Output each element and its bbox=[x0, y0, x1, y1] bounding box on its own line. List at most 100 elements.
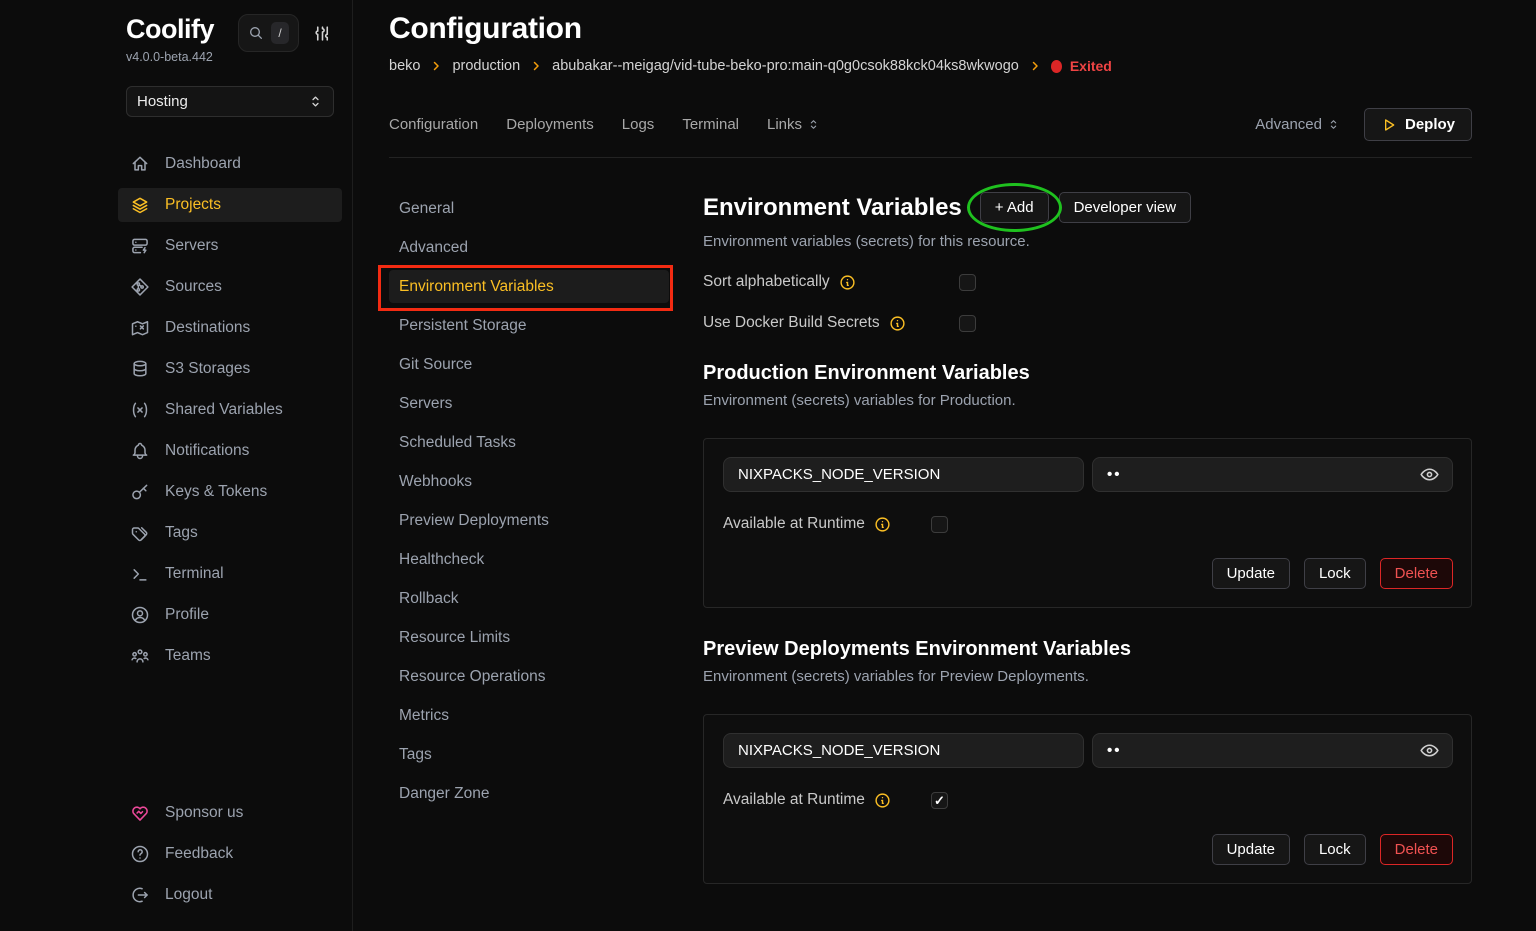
update-button[interactable]: Update bbox=[1212, 834, 1290, 865]
available-at-runtime-checkbox[interactable]: ✓ bbox=[931, 792, 948, 809]
sidebar-item-profile[interactable]: Profile bbox=[118, 598, 342, 632]
sidebar-item-servers[interactable]: Servers bbox=[118, 229, 342, 263]
home-icon bbox=[130, 154, 150, 174]
subnav-item-environment-variables[interactable]: Environment Variables bbox=[389, 270, 669, 303]
sidebar-item-label: Terminal bbox=[165, 565, 224, 583]
subnav-item-danger-zone[interactable]: Danger Zone bbox=[389, 777, 669, 810]
breadcrumb-environment[interactable]: production bbox=[452, 58, 520, 74]
search-button[interactable]: / bbox=[238, 14, 299, 52]
heart-icon bbox=[130, 803, 150, 823]
settings-sliders-icon[interactable] bbox=[313, 24, 332, 43]
subnav-item-metrics[interactable]: Metrics bbox=[389, 699, 669, 732]
key-icon bbox=[130, 482, 150, 502]
logout-icon bbox=[130, 885, 150, 905]
coolify-app: Coolify v4.0.0-beta.442 / Hosting bbox=[0, 0, 1536, 931]
tab-links[interactable]: Links bbox=[767, 116, 820, 133]
sidebar-item-label: Destinations bbox=[165, 319, 250, 337]
sidebar-item-label: Profile bbox=[165, 606, 209, 624]
tab-logs[interactable]: Logs bbox=[622, 116, 655, 133]
subnav-item-git-source[interactable]: Git Source bbox=[389, 348, 669, 381]
tab-deployments[interactable]: Deployments bbox=[506, 116, 594, 133]
env-value-field[interactable]: •• bbox=[1092, 457, 1453, 492]
delete-button[interactable]: Delete bbox=[1380, 558, 1453, 589]
team-select[interactable]: Hosting bbox=[126, 86, 334, 117]
subnav-item-resource-limits[interactable]: Resource Limits bbox=[389, 621, 669, 654]
subnav-item-tags[interactable]: Tags bbox=[389, 738, 669, 771]
sidebar-item-projects[interactable]: Projects bbox=[118, 188, 342, 222]
breadcrumb-resource[interactable]: abubakar--meigag/vid-tube-beko-pro:main-… bbox=[552, 58, 1019, 74]
sidebar-item-label: S3 Storages bbox=[165, 360, 250, 378]
subnav-item-preview-deployments[interactable]: Preview Deployments bbox=[389, 504, 669, 537]
reveal-value-eye-icon[interactable] bbox=[1419, 464, 1440, 485]
sidebar-item-notifications[interactable]: Notifications bbox=[118, 434, 342, 468]
tab-configuration[interactable]: Configuration bbox=[389, 116, 478, 133]
info-icon[interactable] bbox=[874, 792, 891, 809]
sidebar-item-label: Feedback bbox=[165, 845, 233, 863]
env-variables-panel: Environment Variables + Add Developer vi… bbox=[703, 192, 1472, 931]
env-value-masked: •• bbox=[1107, 466, 1122, 483]
subnav-item-healthcheck[interactable]: Healthcheck bbox=[389, 543, 669, 576]
brand-row: Coolify v4.0.0-beta.442 / bbox=[118, 14, 342, 64]
info-icon[interactable] bbox=[874, 516, 891, 533]
sidebar-item-label: Servers bbox=[165, 237, 218, 255]
subnav-item-rollback[interactable]: Rollback bbox=[389, 582, 669, 615]
chevron-right-icon bbox=[530, 60, 542, 72]
sort-alphabetically-label: Sort alphabetically bbox=[703, 273, 830, 291]
sidebar-item-terminal[interactable]: Terminal bbox=[118, 557, 342, 591]
delete-button[interactable]: Delete bbox=[1380, 834, 1453, 865]
available-at-runtime-row: Available at Runtime ✓ bbox=[723, 515, 1453, 533]
docker-build-secrets-label: Use Docker Build Secrets bbox=[703, 314, 880, 332]
status-text: Exited bbox=[1070, 58, 1112, 74]
sidebar-item-destinations[interactable]: Destinations bbox=[118, 311, 342, 345]
lock-button[interactable]: Lock bbox=[1304, 558, 1366, 589]
sidebar-item-teams[interactable]: Teams bbox=[118, 639, 342, 673]
available-at-runtime-checkbox[interactable]: ✓ bbox=[931, 516, 948, 533]
git-source-icon bbox=[130, 277, 150, 297]
sidebar-item-label: Sponsor us bbox=[165, 804, 243, 822]
help-circle-icon bbox=[130, 844, 150, 864]
status-badge: Exited bbox=[1051, 58, 1112, 74]
tabbar: Configuration Deployments Logs Terminal … bbox=[389, 108, 1472, 158]
sidebar-item-s3-storages[interactable]: S3 Storages bbox=[118, 352, 342, 386]
search-shortcut-key: / bbox=[271, 22, 289, 44]
subnav-item-persistent-storage[interactable]: Persistent Storage bbox=[389, 309, 669, 342]
lock-button[interactable]: Lock bbox=[1304, 834, 1366, 865]
env-value-field[interactable]: •• bbox=[1092, 733, 1453, 768]
sidebar-item-logout[interactable]: Logout bbox=[118, 878, 342, 912]
app-logo[interactable]: Coolify bbox=[126, 14, 214, 45]
subnav-item-servers[interactable]: Servers bbox=[389, 387, 669, 420]
subnav-item-advanced[interactable]: Advanced bbox=[389, 231, 669, 264]
docker-build-secrets-checkbox[interactable]: ✓ bbox=[959, 315, 976, 332]
sidebar-item-tags[interactable]: Tags bbox=[118, 516, 342, 550]
sidebar-item-feedback[interactable]: Feedback bbox=[118, 837, 342, 871]
terminal-icon bbox=[130, 564, 150, 584]
sidebar-item-shared-variables[interactable]: Shared Variables bbox=[118, 393, 342, 427]
env-variable-card-preview: •• Available at Runtime ✓ Update Lock bbox=[703, 714, 1472, 884]
deploy-button[interactable]: Deploy bbox=[1364, 108, 1472, 141]
tab-terminal[interactable]: Terminal bbox=[682, 116, 739, 133]
update-button[interactable]: Update bbox=[1212, 558, 1290, 589]
subnav-item-webhooks[interactable]: Webhooks bbox=[389, 465, 669, 498]
info-icon[interactable] bbox=[889, 315, 906, 332]
sort-alphabetically-checkbox[interactable]: ✓ bbox=[959, 274, 976, 291]
reveal-value-eye-icon[interactable] bbox=[1419, 740, 1440, 761]
sidebar-item-keys-tokens[interactable]: Keys & Tokens bbox=[118, 475, 342, 509]
sidebar-item-label: Dashboard bbox=[165, 155, 241, 173]
available-at-runtime-row: Available at Runtime ✓ bbox=[723, 791, 1453, 809]
add-env-variable-button[interactable]: + Add bbox=[980, 192, 1049, 223]
advanced-dropdown[interactable]: Advanced bbox=[1255, 116, 1340, 133]
subnav-item-resource-operations[interactable]: Resource Operations bbox=[389, 660, 669, 693]
sidebar-item-sponsor-us[interactable]: Sponsor us bbox=[118, 796, 342, 830]
env-name-input[interactable] bbox=[723, 733, 1084, 768]
subnav-item-general[interactable]: General bbox=[389, 192, 669, 225]
sidebar-item-dashboard[interactable]: Dashboard bbox=[118, 147, 342, 181]
server-icon bbox=[130, 236, 150, 256]
subnav-item-scheduled-tasks[interactable]: Scheduled Tasks bbox=[389, 426, 669, 459]
env-name-input[interactable] bbox=[723, 457, 1084, 492]
sidebar-item-sources[interactable]: Sources bbox=[118, 270, 342, 304]
page-title: Configuration bbox=[389, 12, 1472, 46]
production-section-subtitle: Environment (secrets) variables for Prod… bbox=[703, 392, 1472, 409]
developer-view-button[interactable]: Developer view bbox=[1059, 192, 1192, 223]
breadcrumb-project[interactable]: beko bbox=[389, 58, 420, 74]
info-icon[interactable] bbox=[839, 274, 856, 291]
